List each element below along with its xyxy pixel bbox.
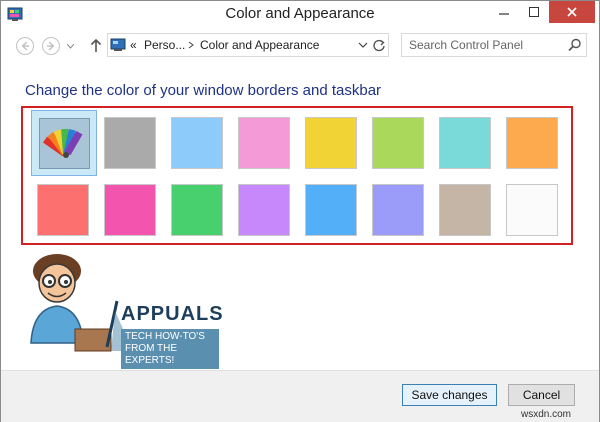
color-fan-icon [42,128,83,158]
page-heading: Change the color of your window borders … [25,82,382,99]
back-button[interactable] [15,36,35,56]
color-swatch-2-2[interactable] [104,184,156,236]
color-swatch-2-7[interactable] [439,184,491,236]
color-swatch-2-5[interactable] [305,184,357,236]
footer-bar: Save changes Cancel [1,370,599,422]
color-swatch-2-1[interactable] [37,184,89,236]
address-dropdown-icon[interactable] [358,37,368,53]
site-watermark: wsxdn.com [521,409,572,420]
close-button[interactable] [549,1,595,23]
color-swatch-1-6[interactable] [372,117,424,169]
breadcrumb-personalization[interactable]: Perso... [144,38,185,52]
breadcrumb-color-and-appearance[interactable]: Color and Appearance [200,38,319,52]
minimize-button[interactable] [489,1,519,23]
color-swatch-2-4[interactable] [238,184,290,236]
watermark-brand: APPUALS [121,303,224,325]
color-swatch-1-7[interactable] [439,117,491,169]
refresh-icon[interactable] [372,37,386,53]
color-swatch-1-8[interactable] [506,117,558,169]
color-swatch-1-5[interactable] [305,117,357,169]
color-palette [21,106,573,245]
search-placeholder[interactable]: Search Control Panel [409,38,523,52]
watermark-tagline: TECH HOW-TO'S FROM THE EXPERTS! [121,329,219,369]
breadcrumb-overflow[interactable]: « [130,38,137,52]
title-bar: Color and Appearance [1,1,599,29]
navigation-bar: « Perso... Color and Appearance Search C… [1,31,599,61]
color-swatch-1-3[interactable] [171,117,223,169]
breadcrumb-separator-icon[interactable] [188,37,194,53]
cancel-button[interactable]: Cancel [508,384,575,406]
color-swatch-1-4[interactable] [238,117,290,169]
maximize-button[interactable] [519,1,549,23]
search-icon[interactable] [568,38,582,52]
up-button[interactable] [86,36,106,56]
address-bar[interactable]: « Perso... Color and Appearance [107,33,389,57]
recent-locations-icon[interactable] [67,44,74,49]
forward-button[interactable] [41,36,61,56]
color-swatch-automatic[interactable] [31,110,97,176]
color-and-appearance-window: Color and Appearance « Perso... Color an… [0,0,600,422]
color-swatch-2-3[interactable] [171,184,223,236]
color-swatch-2-6[interactable] [372,184,424,236]
close-icon [567,7,577,17]
save-changes-button[interactable]: Save changes [402,384,497,406]
color-swatch-1-2[interactable] [104,117,156,169]
search-box[interactable]: Search Control Panel [401,33,587,57]
automatic-color-tile[interactable] [39,118,90,169]
maximize-icon [529,7,539,17]
minimize-icon [499,13,509,15]
control-panel-icon [110,38,126,51]
color-swatch-2-8[interactable] [506,184,558,236]
